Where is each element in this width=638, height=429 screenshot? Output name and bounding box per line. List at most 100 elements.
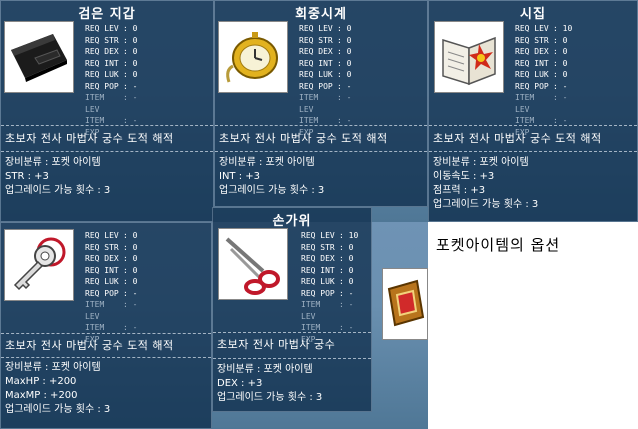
requirement-value: : - bbox=[339, 288, 354, 298]
requirement-value: : - bbox=[553, 93, 568, 102]
item-info-line: MaxHP : +200 bbox=[5, 376, 77, 387]
requirement-key: REQ INT bbox=[301, 265, 335, 275]
item-stat-row: ITEM LEV: - bbox=[301, 299, 358, 322]
requirement-value: : - bbox=[123, 300, 138, 309]
requirement-key: REQ INT bbox=[299, 58, 333, 68]
requirements-list: REQ LEV: 10 REQ STR: 0 REQ DEX: 0 REQ INT: … bbox=[515, 23, 572, 138]
requirement-key: ITEM LEV bbox=[515, 93, 535, 114]
requirement-row: REQ LUK: 0 bbox=[85, 69, 137, 81]
requirement-key: REQ DEX bbox=[85, 47, 119, 56]
requirement-key: REQ LEV bbox=[85, 24, 119, 33]
requirement-value: : 0 bbox=[337, 58, 352, 68]
requirement-value: : 0 bbox=[553, 58, 568, 68]
item-icon-box bbox=[434, 21, 504, 93]
requirement-key: REQ STR bbox=[299, 35, 333, 45]
item-info: 장비분류 : 포켓 아이템 MaxHP : +200 MaxMP : +200 업그레… bbox=[5, 361, 110, 417]
requirement-key: REQ LUK bbox=[299, 70, 333, 79]
requirement-value: : 0 bbox=[339, 277, 354, 286]
item-info: 장비분류 : 포켓 아이템이동속도 : +3 점프력 : +3 업그레이드 가능 횟… bbox=[433, 156, 538, 212]
divider bbox=[213, 332, 371, 333]
requirement-value: : 0 bbox=[337, 47, 352, 56]
item-icon-box bbox=[218, 21, 288, 93]
requirement-row: REQ POP: - bbox=[85, 81, 137, 93]
item-stat-row: ITEM LEV: - bbox=[85, 92, 137, 115]
requirement-key: REQ INT bbox=[85, 58, 119, 68]
requirement-value: : 0 bbox=[339, 254, 354, 263]
pocket-watch-icon bbox=[226, 32, 278, 83]
requirement-key: ITEM LEV bbox=[299, 93, 319, 114]
requirement-row: REQ LUK: 0 bbox=[515, 69, 572, 81]
screenshot-collage: 검은 지갑 REQ LEV: 0 REQ STR: 0 REQ DEX: 0 REQ … bbox=[0, 0, 638, 429]
item-title: 검은 지갑 bbox=[78, 7, 136, 22]
requirement-key: REQ POP bbox=[301, 288, 335, 298]
requirement-value: : - bbox=[339, 323, 354, 332]
requirement-value: : 0 bbox=[123, 231, 138, 240]
item-info-line: STR : +3 bbox=[5, 171, 49, 182]
item-info-line: 장비분류 : 포켓 아이템 bbox=[5, 362, 101, 373]
requirement-row: REQ INT: 0 bbox=[301, 265, 358, 277]
requirement-row: REQ LUK: 0 bbox=[299, 69, 351, 81]
requirement-value: : 0 bbox=[123, 35, 138, 45]
item-tooltip-pocket-watch: 회중시계 REQ LEV: 0 REQ STR: 0 REQ DEX: 0 REQ I… bbox=[214, 0, 428, 207]
requirement-row: REQ STR: 0 bbox=[85, 242, 137, 254]
requirement-key: ITEM LEV bbox=[85, 93, 105, 114]
scissors-icon bbox=[225, 237, 280, 295]
item-info-line: 장비분류 : 포켓 아이템 bbox=[217, 364, 313, 375]
job-list: 초보자 전사 마법사 궁수 bbox=[217, 338, 336, 351]
requirement-row: REQ STR: 0 bbox=[515, 35, 572, 47]
item-info-line: 장비분류 : 포켓 아이템 bbox=[433, 157, 529, 168]
item-stat-row: ITEM LEV : - bbox=[299, 92, 351, 115]
requirement-row: REQ LUK: 0 bbox=[301, 276, 358, 288]
job-list: 초보자 전사 마법사 궁수 도적 해적 bbox=[5, 339, 174, 352]
job-list: 초보자 전사 마법사 궁수 도적 해적 bbox=[433, 132, 602, 145]
requirement-row: REQ LUK: 0 bbox=[85, 276, 137, 288]
item-title: 회중시계 bbox=[295, 7, 347, 22]
item-info-line: 이동속도 : +3 bbox=[433, 171, 495, 182]
divider bbox=[429, 151, 637, 152]
item-stat-row: ITEM LEV : - bbox=[515, 92, 572, 115]
requirement-key: REQ STR bbox=[85, 242, 119, 252]
requirement-row: REQ LEV: 0 bbox=[85, 23, 137, 35]
requirement-row: REQ DEX : 0 bbox=[299, 46, 351, 58]
key-icon bbox=[13, 237, 66, 291]
job-list: 초보자 전사 마법사 궁수 도적 해적 bbox=[5, 132, 174, 145]
requirement-key: REQ DEX bbox=[299, 47, 333, 56]
badge-icon bbox=[387, 279, 425, 327]
requirement-key: REQ DEX bbox=[85, 254, 119, 263]
requirement-row: REQ DEX: 0 bbox=[85, 46, 137, 58]
job-list: 초보자 전사 마법사 궁수 도적 해적 bbox=[219, 132, 388, 145]
divider bbox=[1, 357, 211, 358]
requirement-row: REQ STR: 0 bbox=[85, 35, 137, 47]
item-tooltip-poetry-book: 시집 REQ LEV: 10 REQ STR: 0 REQ DEX: 0 REQ IN… bbox=[428, 0, 638, 222]
item-info-line: MaxMP : +200 bbox=[5, 390, 78, 401]
requirement-value: : - bbox=[553, 81, 568, 91]
requirement-value: : - bbox=[123, 288, 138, 298]
black-wallet-icon bbox=[11, 34, 67, 82]
item-icon-box bbox=[4, 21, 74, 93]
requirement-value: : 0 bbox=[123, 58, 138, 68]
requirement-row: REQ INT : 0 bbox=[85, 265, 137, 277]
divider bbox=[213, 358, 371, 359]
requirement-value: : 0 bbox=[123, 265, 138, 275]
item-info-line: 업그레이드 가능 횟수 : 3 bbox=[5, 185, 111, 196]
requirement-row: REQ POP: - bbox=[299, 81, 351, 93]
requirement-row: REQ DEX: 0 bbox=[515, 46, 572, 58]
item-info-line: 장비분류 : 포켓 아이템 bbox=[219, 157, 315, 168]
requirement-key: REQ INT bbox=[85, 265, 119, 275]
requirement-value: : - bbox=[123, 81, 138, 91]
item-info-line: 점프력 : +3 bbox=[433, 185, 486, 196]
requirement-value: : 0 bbox=[553, 47, 568, 56]
requirement-key: REQ LUK bbox=[85, 70, 119, 79]
requirement-key: REQ POP bbox=[515, 81, 549, 91]
requirement-row: REQ STR: 0 bbox=[301, 242, 358, 254]
requirements-list: REQ LEV: 0 REQ STR: 0 REQ DEX: 0 REQ INT: 0… bbox=[299, 23, 351, 138]
item-info-line: 업그레이드 가능 횟수 : 3 bbox=[433, 199, 539, 210]
divider bbox=[1, 151, 213, 152]
item-tooltip-key: REQ LEV: 0 REQ STR: 0 REQ DEX: 0 REQ INT: 0… bbox=[0, 222, 212, 429]
requirement-key: REQ POP bbox=[299, 81, 333, 91]
requirement-key: REQ STR bbox=[301, 242, 335, 252]
requirement-value: : - bbox=[337, 93, 352, 102]
requirement-key: REQ INT bbox=[515, 58, 549, 68]
requirements-list: REQ LEV: 0 REQ STR: 0 REQ DEX: 0 REQ INT: 0… bbox=[85, 23, 137, 138]
item-title: 손가위 bbox=[272, 214, 312, 229]
